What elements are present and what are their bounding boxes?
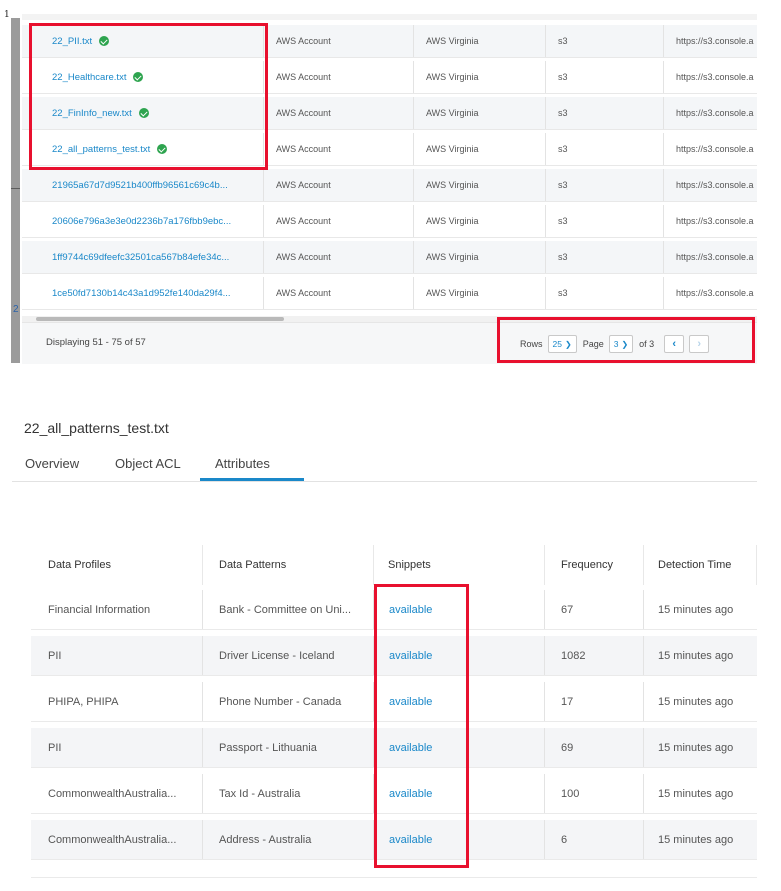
url-cell[interactable]: https://s3.console.a <box>664 61 757 93</box>
frequency-cell: 1082 <box>545 636 644 675</box>
scrollbar-thumb[interactable] <box>36 317 284 321</box>
table-row[interactable]: 21965a67d7d9521b400ffb96561c69c4b... AWS… <box>22 169 757 202</box>
pattern-cell: Address - Australia <box>203 820 374 859</box>
header-data-patterns[interactable]: Data Patterns <box>203 545 374 585</box>
profile-cell: CommonwealthAustralia... <box>31 774 203 813</box>
highlight-box-pagination <box>497 317 755 363</box>
detection-time-cell: 15 minutes ago <box>658 603 734 616</box>
left-number: 2 <box>13 304 19 315</box>
region-cell: AWS Virginia <box>414 241 546 273</box>
detail-title: 22_all_patterns_test.txt <box>24 420 169 436</box>
header-snippets[interactable]: Snippets <box>374 545 545 585</box>
account-cell: AWS Account <box>264 97 414 129</box>
table-header-strip <box>22 14 757 20</box>
service-cell: s3 <box>546 169 664 201</box>
account-cell: AWS Account <box>264 25 414 57</box>
pattern-cell: Tax Id - Australia <box>203 774 374 813</box>
corner-number: 1 <box>4 10 10 20</box>
profile-cell: PII <box>31 636 203 675</box>
pattern-cell: Phone Number - Canada <box>203 682 374 721</box>
region-cell: AWS Virginia <box>414 61 546 93</box>
file-name-link[interactable]: 20606e796a3e3e0d2236b7a176fbb9ebc... <box>52 216 231 227</box>
detection-time-cell: 15 minutes ago <box>658 649 734 662</box>
profile-cell: Financial Information <box>31 590 203 629</box>
detection-time-cell: 15 minutes ago <box>658 787 734 800</box>
service-cell: s3 <box>546 133 664 165</box>
frequency-cell: 6 <box>545 820 644 859</box>
service-cell: s3 <box>546 241 664 273</box>
tab-attributes[interactable]: Attributes <box>215 456 270 471</box>
url-cell[interactable]: https://s3.console.a <box>664 133 757 165</box>
file-name-link[interactable]: 1ce50fd7130b14c43a1d952fe140da29f4... <box>52 288 231 299</box>
url-cell[interactable]: https://s3.console.a <box>664 169 757 201</box>
strip-divider <box>11 188 20 189</box>
header-data-profiles[interactable]: Data Profiles <box>31 545 203 585</box>
url-cell[interactable]: https://s3.console.a <box>664 205 757 237</box>
service-cell: s3 <box>546 205 664 237</box>
file-name-link[interactable]: 21965a67d7d9521b400ffb96561c69c4b... <box>52 180 228 191</box>
table-bottom-edge <box>31 877 757 891</box>
tab-overview[interactable]: Overview <box>25 456 79 471</box>
region-cell: AWS Virginia <box>414 169 546 201</box>
table-row[interactable]: 1ff9744c69dfeefc32501ca567b84efe34c... A… <box>22 241 757 274</box>
pattern-cell: Driver License - Iceland <box>203 636 374 675</box>
pattern-cell: Passport - Lithuania <box>203 728 374 767</box>
file-name-link[interactable]: 1ff9744c69dfeefc32501ca567b84efe34c... <box>52 252 229 263</box>
table-row[interactable]: 1ce50fd7130b14c43a1d952fe140da29f4... AW… <box>22 277 757 310</box>
highlight-box-files <box>29 23 268 170</box>
service-cell: s3 <box>546 97 664 129</box>
region-cell: AWS Virginia <box>414 205 546 237</box>
account-cell: AWS Account <box>264 277 414 309</box>
account-cell: AWS Account <box>264 133 414 165</box>
url-cell[interactable]: https://s3.console.a <box>664 277 757 309</box>
url-cell[interactable]: https://s3.console.a <box>664 241 757 273</box>
account-cell: AWS Account <box>264 241 414 273</box>
account-cell: AWS Account <box>264 169 414 201</box>
url-cell[interactable]: https://s3.console.a <box>664 25 757 57</box>
detection-time-cell: 15 minutes ago <box>658 833 734 846</box>
active-tab-indicator <box>200 478 304 481</box>
frequency-cell: 67 <box>545 590 644 629</box>
frequency-cell: 100 <box>545 774 644 813</box>
account-cell: AWS Account <box>264 61 414 93</box>
displaying-count: Displaying 51 - 75 of 57 <box>46 337 146 348</box>
profile-cell: CommonwealthAustralia... <box>31 820 203 859</box>
profile-cell: PII <box>31 728 203 767</box>
region-cell: AWS Virginia <box>414 97 546 129</box>
header-frequency[interactable]: Frequency <box>545 545 644 585</box>
detection-time-cell: 15 minutes ago <box>658 741 734 754</box>
tab-object-acl[interactable]: Object ACL <box>115 456 181 471</box>
page: 1 2 22_PII.txt AWS Account AWS Virginia … <box>0 0 781 891</box>
region-cell: AWS Virginia <box>414 133 546 165</box>
detection-time-cell: 15 minutes ago <box>658 695 734 708</box>
profile-cell: PHIPA, PHIPA <box>31 682 203 721</box>
service-cell: s3 <box>546 277 664 309</box>
frequency-cell: 69 <box>545 728 644 767</box>
region-cell: AWS Virginia <box>414 277 546 309</box>
detail-tabs: Overview Object ACL Attributes <box>12 450 757 482</box>
header-detection-time[interactable]: Detection Time <box>644 545 757 585</box>
region-cell: AWS Virginia <box>414 25 546 57</box>
account-cell: AWS Account <box>264 205 414 237</box>
table-header: Data Profiles Data Patterns Snippets Fre… <box>31 545 757 585</box>
service-cell: s3 <box>546 61 664 93</box>
table-row[interactable]: 20606e796a3e3e0d2236b7a176fbb9ebc... AWS… <box>22 205 757 238</box>
url-cell[interactable]: https://s3.console.a <box>664 97 757 129</box>
frequency-cell: 17 <box>545 682 644 721</box>
highlight-box-snippets <box>374 584 469 868</box>
pattern-cell: Bank - Committee on Uni... <box>203 590 374 629</box>
service-cell: s3 <box>546 25 664 57</box>
